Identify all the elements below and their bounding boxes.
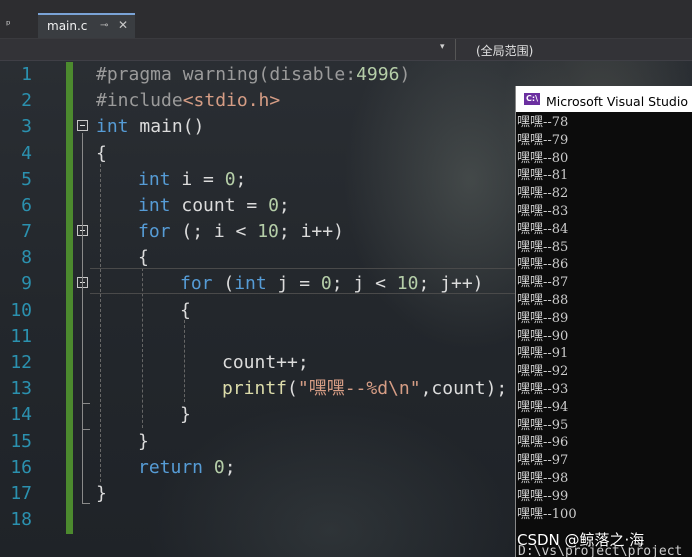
code-line-13: printf("嘿嘿--%d\n",count); <box>222 378 508 399</box>
code-line-10: { <box>180 300 191 321</box>
line-number: 2 <box>21 90 32 111</box>
code-line-1: #pragma warning(disable:4996) <box>96 64 411 85</box>
line-number: 17 <box>10 483 32 504</box>
line-number: 1 <box>21 64 32 85</box>
code-line-5: int i = 0; <box>138 169 247 190</box>
watermark: CSDN @鲸落之·海 <box>517 531 645 549</box>
line-number: 15 <box>10 431 32 452</box>
console-output-line: 嘿嘿--91 <box>517 346 569 362</box>
console-output-line: 嘿嘿--93 <box>517 381 569 397</box>
console-title: Microsoft Visual Studio 调 <box>546 94 692 109</box>
console-output-line: 嘿嘿--94 <box>517 399 569 415</box>
console-output-line: 嘿嘿--84 <box>517 221 569 237</box>
console-output-line: 嘿嘿--88 <box>517 292 569 308</box>
navigation-bar: ▾ (全局范围) <box>0 39 692 61</box>
line-number: 10 <box>10 300 32 321</box>
line-number: 14 <box>10 404 32 425</box>
line-number: 11 <box>10 326 32 347</box>
code-line-9: for (int j = 0; j < 10; j++) <box>180 273 484 294</box>
indent-guide <box>184 320 185 402</box>
console-output: 嘿嘿--78 嘿嘿--79 嘿嘿--80 嘿嘿--81 嘿嘿--82 嘿嘿--8… <box>517 114 692 557</box>
console-output-line: 嘿嘿--90 <box>517 328 569 344</box>
code-line-6: int count = 0; <box>138 195 290 216</box>
console-output-line: 嘿嘿--99 <box>517 488 569 504</box>
line-number: 8 <box>21 247 32 268</box>
indent-guide <box>100 164 101 482</box>
console-output-line: 嘿嘿--83 <box>517 203 569 219</box>
code-line-4: { <box>96 143 107 164</box>
collapse-main-icon[interactable] <box>77 120 88 131</box>
console-output-line: 嘿嘿--96 <box>517 435 569 451</box>
line-number: 3 <box>21 116 32 137</box>
line-number: 5 <box>21 169 32 190</box>
line-number: 13 <box>10 378 32 399</box>
console-app-icon: C:\ <box>524 93 540 105</box>
tab-label: main.c <box>47 19 88 33</box>
code-line-16: return 0; <box>138 457 236 478</box>
chevron-down-icon[interactable]: ▾ <box>440 42 445 52</box>
code-line-8: { <box>138 247 149 268</box>
fold-outline-end <box>82 503 90 504</box>
fold-outline <box>82 133 83 503</box>
line-number: 7 <box>21 221 32 242</box>
scope-dropdown[interactable]: (全局范围) <box>476 42 533 59</box>
console-output-line: 嘿嘿--98 <box>517 470 569 486</box>
code-line-17: } <box>96 483 107 504</box>
code-line-3: int main() <box>96 116 205 137</box>
line-number: 6 <box>21 195 32 216</box>
code-line-15: } <box>138 431 149 452</box>
console-output-line: 嘿嘿--92 <box>517 364 569 380</box>
console-output-line: 嘿嘿--87 <box>517 275 569 291</box>
pin-icon[interactable]: ᵖ <box>6 18 11 31</box>
code-line-2: #include<stdio.h> <box>96 90 281 111</box>
line-number: 16 <box>10 457 32 478</box>
tab-main-c[interactable]: main.c ⊸ ✕ <box>38 13 135 38</box>
console-output-line: 嘿嘿--82 <box>517 186 569 202</box>
console-output-line: 嘿嘿--85 <box>517 239 569 255</box>
code-line-14: } <box>180 404 191 425</box>
tab-close-icon[interactable]: ✕ <box>118 18 128 32</box>
console-output-line: 嘿嘿--89 <box>517 310 569 326</box>
console-output-line: 嘿嘿--86 <box>517 257 569 273</box>
line-number: 4 <box>21 143 32 164</box>
document-tab-strip: ᵖ main.c ⊸ ✕ <box>0 0 692 39</box>
console-title-bar[interactable]: C:\ Microsoft Visual Studio 调 <box>516 86 692 112</box>
console-output-line: 嘿嘿--81 <box>517 168 569 184</box>
code-line-12: count++; <box>222 352 309 373</box>
console-output-line: 嘿嘿--95 <box>517 417 569 433</box>
console-output-line: 嘿嘿--97 <box>517 453 569 469</box>
line-number: 12 <box>10 352 32 373</box>
line-number: 9 <box>21 273 32 294</box>
console-output-line: 嘿嘿--100 <box>517 506 577 522</box>
project-scope-dropdown[interactable]: ▾ <box>0 39 456 60</box>
line-number: 18 <box>10 509 32 530</box>
console-output-line: 嘿嘿--79 <box>517 132 569 148</box>
console-output-line: 嘿嘿--78 <box>517 115 569 130</box>
tab-pin-icon[interactable]: ⊸ <box>100 20 108 31</box>
console-output-line: 嘿嘿--80 <box>517 150 569 166</box>
code-line-7: for (; i < 10; i++) <box>138 221 344 242</box>
fold-outline-end <box>82 429 90 430</box>
change-tracking-bar <box>66 62 73 534</box>
fold-outline-end <box>82 403 90 404</box>
debug-console-window[interactable]: C:\ Microsoft Visual Studio 调 嘿嘿--78 嘿嘿-… <box>515 86 692 557</box>
